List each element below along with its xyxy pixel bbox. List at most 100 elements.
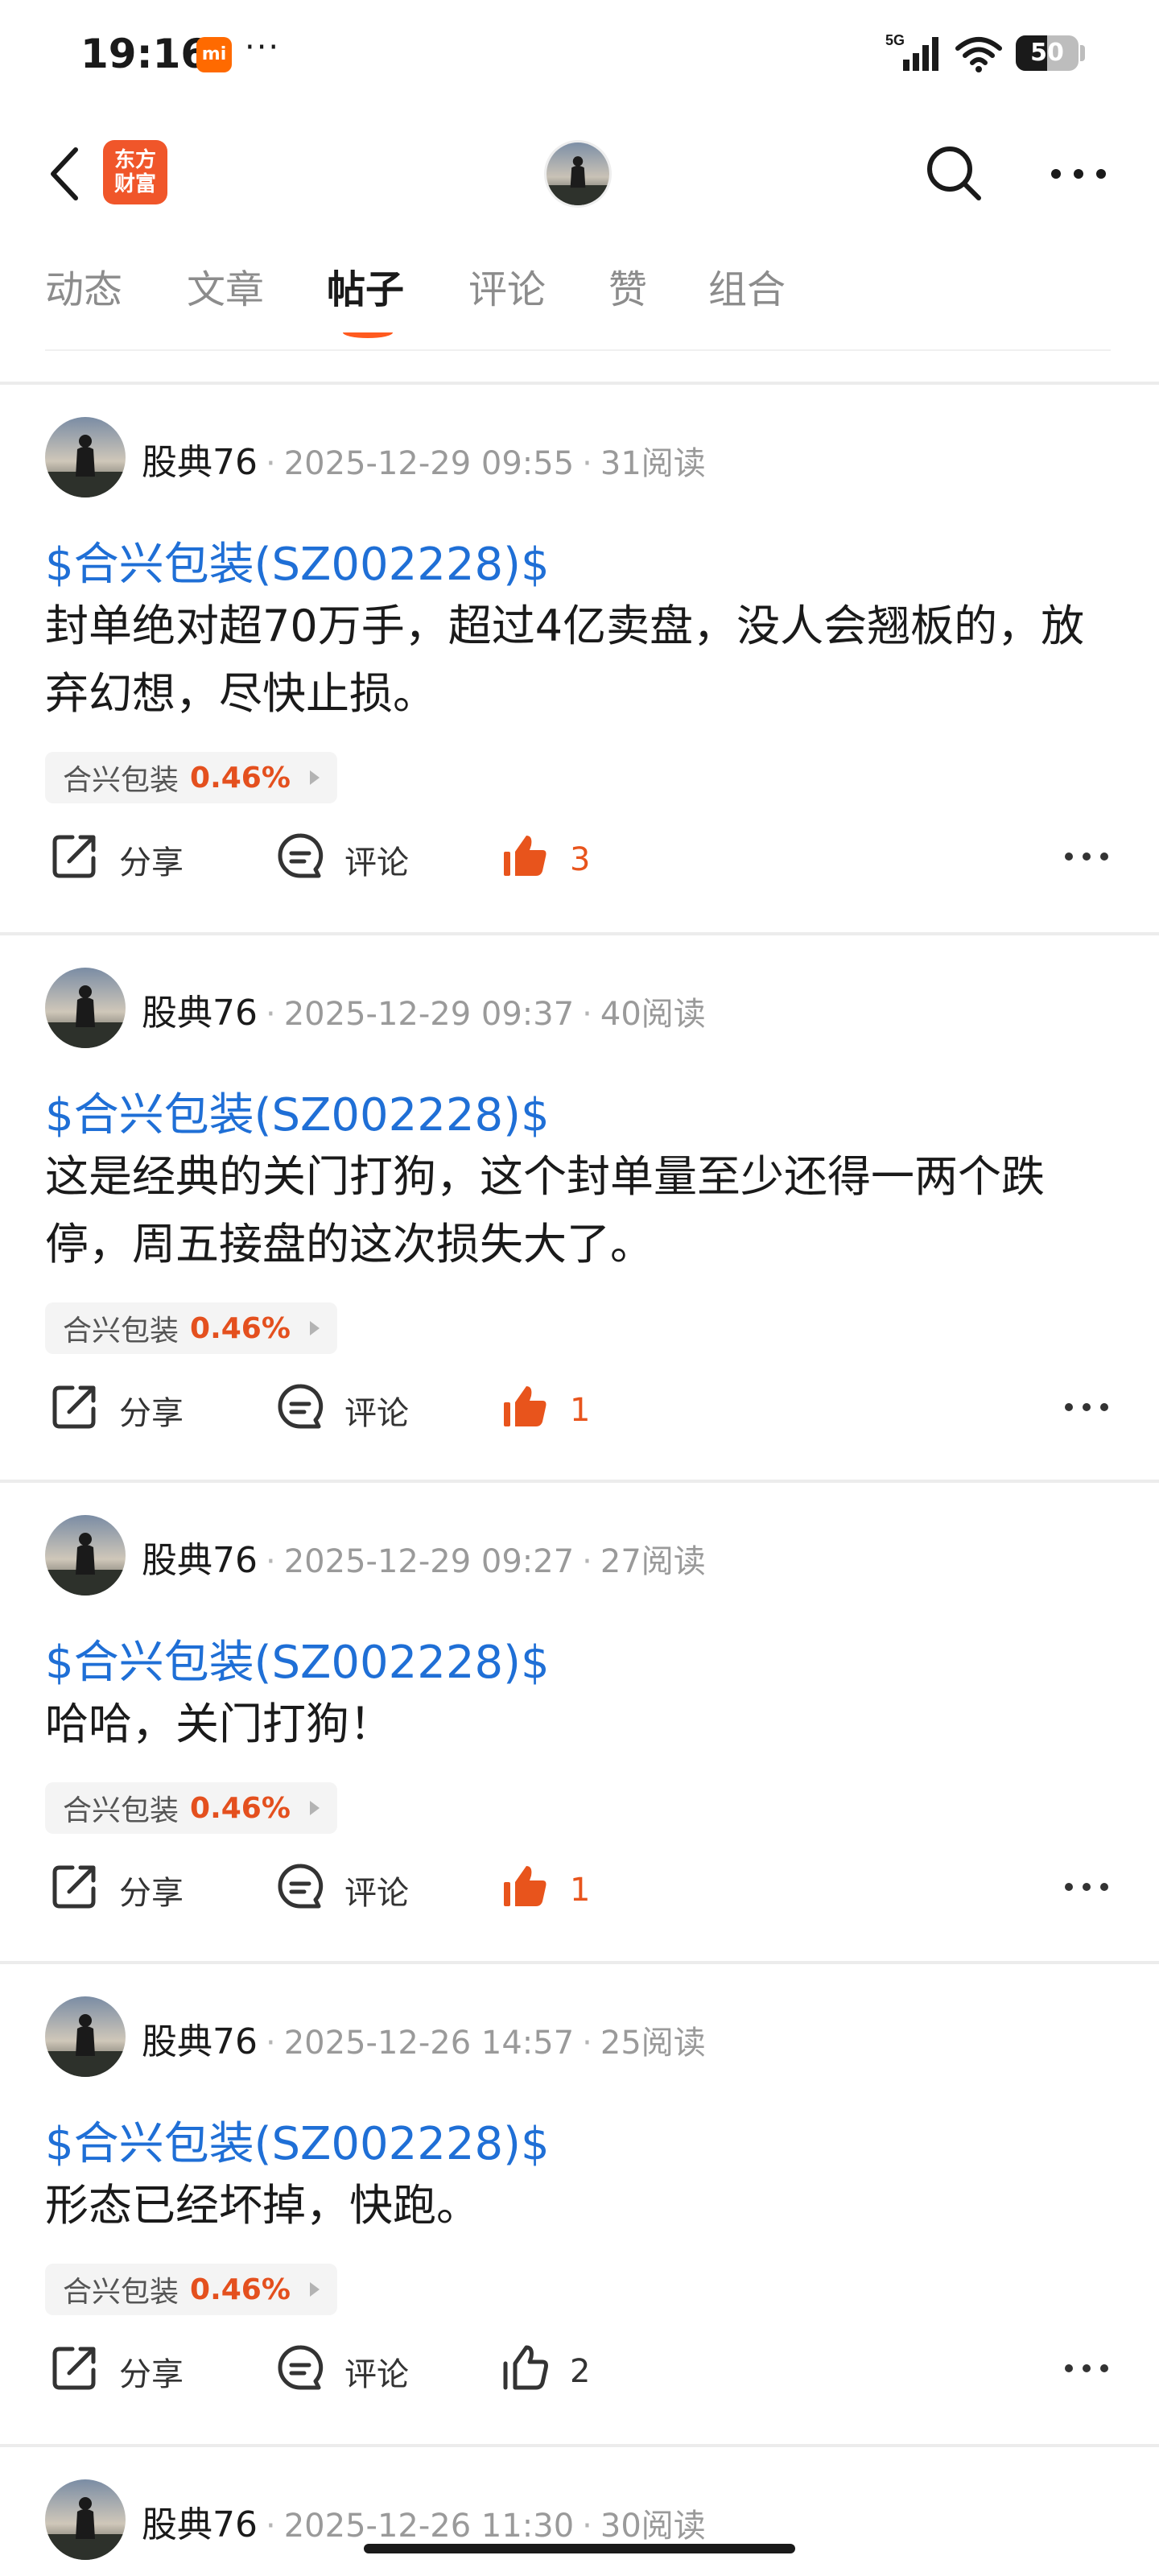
cellular-signal-icon: 5G	[885, 31, 950, 79]
share-label: 分享	[119, 1395, 184, 1432]
post-content[interactable]: 形态已经坏掉，快跑。	[45, 2172, 1116, 2240]
comment-label: 评论	[344, 1875, 409, 1912]
notification-dots: ···	[245, 29, 281, 66]
post-more-icon[interactable]	[1062, 848, 1111, 865]
stock-tag-change: 0.46%	[190, 761, 291, 795]
post-content[interactable]: 封单绝对超70万手，超过4亿卖盘，没人会翘板的，放弃幻想，尽快止损。	[45, 592, 1116, 728]
stock-tag[interactable]: 合兴包装 0.46%	[45, 2264, 337, 2315]
share-button[interactable]: 分享	[48, 1860, 184, 1921]
author-name[interactable]: 股典76	[142, 442, 258, 483]
like-button[interactable]: 2	[499, 2341, 590, 2402]
author-avatar[interactable]	[45, 968, 126, 1048]
share-button[interactable]: 分享	[48, 1380, 184, 1441]
battery-cap	[1080, 45, 1085, 61]
thumbs-up-icon	[499, 1860, 570, 1921]
brand-logo-line2: 财富	[113, 172, 156, 196]
post-meta: 股典76 · 2025-12-29 09:37 · 40阅读	[142, 984, 706, 1035]
post-time: 2025-12-26 11:30	[283, 2508, 575, 2545]
tag-arrow-icon	[309, 1801, 320, 1815]
stock-tag[interactable]: 合兴包装 0.46%	[45, 1302, 337, 1354]
tab-posts[interactable]: 帖子	[327, 258, 404, 314]
comment-label: 评论	[344, 1395, 409, 1432]
user-avatar[interactable]	[544, 140, 612, 208]
search-icon[interactable]	[922, 142, 987, 206]
meta-separator: ·	[582, 1543, 592, 1580]
share-button[interactable]: 分享	[48, 829, 184, 890]
comment-button[interactable]: 评论	[274, 2341, 409, 2402]
stock-link[interactable]: $合兴包装(SZ002228)$	[45, 528, 550, 593]
author-name[interactable]: 股典76	[142, 993, 258, 1034]
status-time: 19:16	[80, 31, 209, 77]
stock-tag-change: 0.46%	[190, 2273, 291, 2306]
mi-app-badge: mi	[196, 37, 232, 72]
stock-tag-change: 0.46%	[190, 1791, 291, 1825]
tab-activity[interactable]: 动态	[45, 258, 122, 314]
comment-icon	[274, 1860, 344, 1921]
post-time: 2025-12-26 14:57	[283, 2025, 575, 2062]
author-avatar[interactable]	[45, 2479, 126, 2560]
battery-level: 50	[1030, 39, 1064, 67]
like-count: 1	[570, 1392, 591, 1429]
share-icon	[48, 829, 119, 890]
stock-link[interactable]: $合兴包装(SZ002228)$	[45, 1626, 550, 1691]
share-label: 分享	[119, 844, 184, 881]
post-content[interactable]: 哈哈，关门打狗！	[45, 1690, 1116, 1758]
like-count: 1	[570, 1872, 591, 1909]
post-divider	[0, 1480, 1159, 1483]
post-time: 2025-12-29 09:37	[283, 996, 575, 1033]
read-count: 30阅读	[600, 2508, 706, 2545]
meta-separator: ·	[582, 2508, 592, 2545]
meta-separator: ·	[582, 2025, 592, 2062]
stock-link[interactable]: $合兴包装(SZ002228)$	[45, 2107, 550, 2173]
meta-separator: ·	[266, 2508, 276, 2545]
author-avatar[interactable]	[45, 1515, 126, 1596]
share-icon	[48, 1860, 119, 1921]
author-name[interactable]: 股典76	[142, 1540, 258, 1581]
stock-link[interactable]: $合兴包装(SZ002228)$	[45, 1079, 550, 1144]
comment-button[interactable]: 评论	[274, 1860, 409, 1921]
tab-articles[interactable]: 文章	[187, 258, 264, 314]
comment-button[interactable]: 评论	[274, 829, 409, 890]
stock-tag[interactable]: 合兴包装 0.46%	[45, 752, 337, 803]
author-avatar[interactable]	[45, 1996, 126, 2077]
like-button[interactable]: 1	[499, 1860, 590, 1921]
read-count: 40阅读	[600, 996, 706, 1033]
post-meta: 股典76 · 2025-12-29 09:55 · 31阅读	[142, 433, 706, 485]
post-divider	[0, 1961, 1159, 1964]
comment-button[interactable]: 评论	[274, 1380, 409, 1441]
thumbs-up-icon	[499, 2341, 570, 2402]
stock-tag-name: 合兴包装	[63, 2276, 179, 2309]
share-icon	[48, 2341, 119, 2402]
share-button[interactable]: 分享	[48, 2341, 184, 2402]
post-content[interactable]: 这是经典的关门打狗，这个封单量至少还得一两个跌停，周五接盘的这次损失大了。	[45, 1143, 1116, 1278]
comment-label: 评论	[344, 844, 409, 881]
read-count: 31阅读	[600, 445, 706, 482]
more-options-icon[interactable]	[1046, 158, 1111, 190]
author-name[interactable]: 股典76	[142, 2021, 258, 2062]
tab-likes[interactable]: 赞	[608, 258, 647, 314]
stock-tag-change: 0.46%	[190, 1311, 291, 1345]
tab-comments[interactable]: 评论	[468, 258, 546, 314]
like-button[interactable]: 1	[499, 1380, 590, 1441]
network-type-label: 5G	[885, 32, 905, 48]
like-button[interactable]: 3	[499, 829, 590, 890]
post-more-icon[interactable]	[1062, 2360, 1111, 2376]
status-bar: 19:16 mi ··· 5G 50	[0, 0, 1159, 109]
back-arrow-icon[interactable]	[42, 142, 90, 206]
author-avatar[interactable]	[45, 417, 126, 497]
author-name[interactable]: 股典76	[142, 2504, 258, 2545]
meta-separator: ·	[266, 2025, 276, 2062]
active-tab-indicator	[343, 327, 393, 338]
tab-portfolios[interactable]: 组合	[708, 258, 786, 314]
post-more-icon[interactable]	[1062, 1879, 1111, 1895]
thumbs-up-icon	[499, 829, 570, 890]
post-meta: 股典76 · 2025-12-26 11:30 · 30阅读	[142, 2496, 706, 2547]
stock-tag[interactable]: 合兴包装 0.46%	[45, 1782, 337, 1834]
thumbs-up-icon	[499, 1380, 570, 1441]
comment-icon	[274, 2341, 344, 2402]
eastmoney-logo: 东方 财富	[103, 140, 167, 204]
tag-arrow-icon	[309, 770, 320, 785]
post-more-icon[interactable]	[1062, 1399, 1111, 1415]
like-count: 3	[570, 841, 591, 878]
section-divider	[0, 382, 1159, 385]
